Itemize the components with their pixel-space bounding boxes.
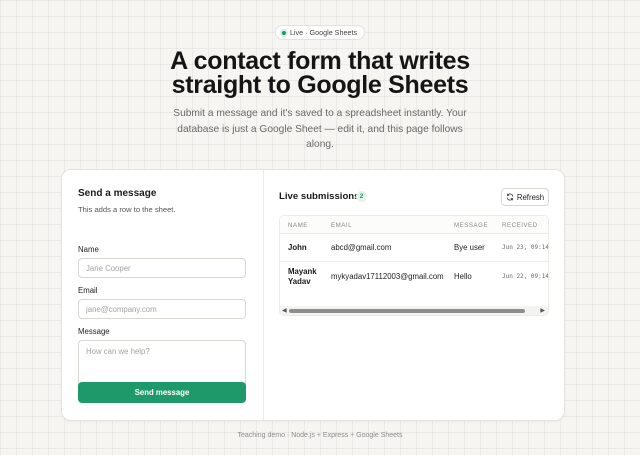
column-header-email: EMAIL xyxy=(331,222,353,229)
name-label: Name xyxy=(78,245,99,254)
cell-received: Jun 23, 09:14 xyxy=(502,244,549,251)
page-subtitle: Submit a message and it's saved to a spr… xyxy=(173,108,467,150)
cell-message: Hello xyxy=(454,272,472,281)
cell-received: Jun 22, 09:14 xyxy=(502,273,549,280)
cell-email: mykyadav17112003@gmail.com xyxy=(331,272,444,281)
main-card: Send a message This adds a row to the sh… xyxy=(61,169,565,421)
scroll-right-arrow-icon[interactable]: ▶ xyxy=(540,307,545,314)
message-label: Message xyxy=(78,327,110,336)
refresh-icon xyxy=(506,193,513,201)
live-badge-label: Live · Google Sheets xyxy=(289,28,358,37)
cell-name: Mayank Yadav xyxy=(288,267,317,286)
form-subtitle: This adds a row to the sheet. xyxy=(78,205,176,214)
column-header-received: RECEIVED xyxy=(502,222,538,229)
refresh-button-label: Refresh xyxy=(516,192,545,202)
live-badge: Live · Google Sheets xyxy=(274,25,366,40)
name-input[interactable] xyxy=(78,258,246,278)
card-divider xyxy=(263,170,264,420)
scroll-left-arrow-icon[interactable]: ◀ xyxy=(282,307,287,314)
cell-email: abcd@gmail.com xyxy=(331,243,392,252)
submissions-title: Live submissions xyxy=(279,191,360,202)
column-header-name: NAME xyxy=(288,222,308,229)
column-header-message: MESSAGE xyxy=(454,222,489,229)
form-title: Send a message xyxy=(78,188,157,199)
scrollbar-thumb[interactable] xyxy=(289,309,525,313)
table-row: Mayank Yadav mykyadav17112003@gmail.com … xyxy=(280,262,548,294)
cell-message: Bye user xyxy=(454,243,485,252)
cell-name: John xyxy=(288,243,307,252)
send-message-button[interactable]: Send message xyxy=(78,382,246,403)
contact-form: Send a message This adds a row to the sh… xyxy=(78,188,246,403)
horizontal-scrollbar[interactable]: ◀ ▶ xyxy=(280,306,548,315)
footer-text: Teaching demo · Node.js + Express + Goog… xyxy=(237,432,403,439)
live-dot-icon xyxy=(281,30,286,35)
page-title-line-2: straight to Google Sheets xyxy=(171,71,469,99)
page-title: A contact form that writes straight to G… xyxy=(0,49,640,99)
refresh-button[interactable]: Refresh xyxy=(501,188,549,206)
table-row: John abcd@gmail.com Bye user Jun 23, 09:… xyxy=(280,234,548,262)
submissions-count-badge: 2 xyxy=(356,191,367,202)
table-header: NAME EMAIL MESSAGE RECEIVED xyxy=(280,216,548,234)
email-label: Email xyxy=(78,286,98,295)
email-input[interactable] xyxy=(78,299,246,319)
submissions-table: NAME EMAIL MESSAGE RECEIVED John abcd@gm… xyxy=(279,215,549,316)
